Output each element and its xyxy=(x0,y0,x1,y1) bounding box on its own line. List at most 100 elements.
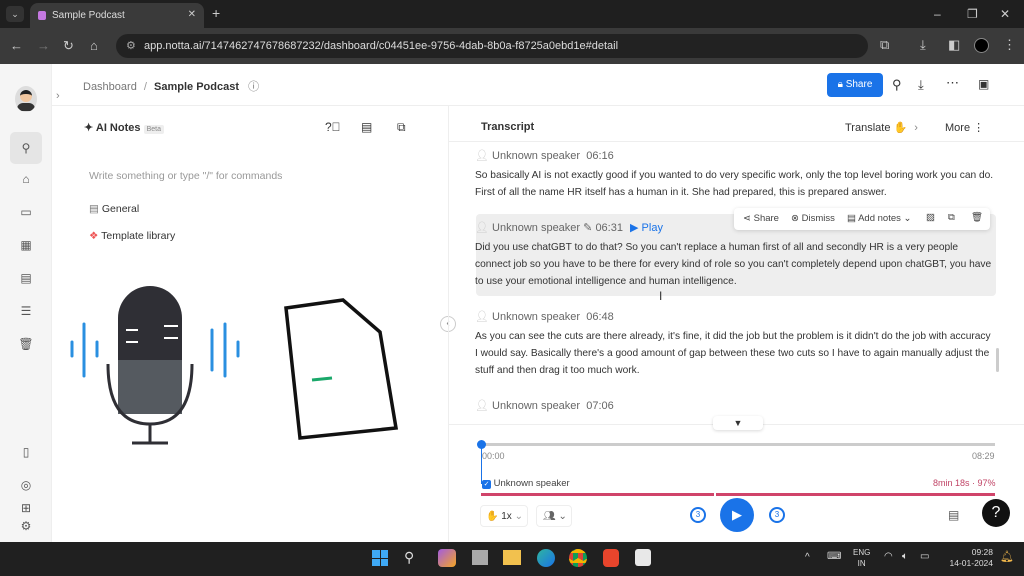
sidepanel-icon[interactable]: ◧ xyxy=(948,37,960,53)
rewind-button[interactable]: 3 xyxy=(690,507,706,523)
search-icon[interactable]: ⚲ xyxy=(892,77,902,93)
app-icon[interactable] xyxy=(635,549,651,566)
segment-time[interactable]: 07:06 xyxy=(586,400,614,412)
edge-icon[interactable] xyxy=(537,549,555,567)
download-icon[interactable]: ⤓ xyxy=(920,37,926,53)
language-indicator[interactable]: ENG IN xyxy=(853,547,870,569)
book-icon[interactable]: ▯ xyxy=(14,440,38,464)
notes-item-general[interactable]: ▤ General xyxy=(89,203,139,215)
transcript-segment-active[interactable]: 👤︎ Unknown speaker ✎ 06:31 ▶ Play Did yo… xyxy=(475,221,995,290)
search-icon[interactable]: ⚲ xyxy=(10,132,42,164)
user-avatar[interactable] xyxy=(15,86,37,112)
close-tab-icon[interactable]: ✕ xyxy=(188,9,196,20)
restore-button[interactable]: ❐ xyxy=(967,7,978,21)
site-info-icon[interactable]: ⚙ xyxy=(126,39,136,52)
segment-toolbar: ⋖ Share ⊗ Dismiss ▤ Add notes ⌄ ▨ ⧉ 🗑︎ xyxy=(734,208,990,230)
template-icon: ❖ xyxy=(89,230,102,242)
breadcrumb-dashboard[interactable]: Dashboard xyxy=(83,81,137,93)
schedule-icon[interactable]: ▤ xyxy=(14,266,38,290)
file-explorer-icon[interactable] xyxy=(503,550,521,565)
url-field[interactable]: ⚙ app.notta.ai/7147462747678687232/dashb… xyxy=(116,34,868,58)
translate-button[interactable]: Translate ✋ › xyxy=(845,121,918,134)
notes-icon[interactable]: ☰ xyxy=(14,299,38,323)
info-icon[interactable]: ⓘ xyxy=(248,81,259,93)
chat-icon[interactable]: ▤ xyxy=(361,120,372,134)
download-icon[interactable]: ⤓ xyxy=(918,77,924,93)
notification-bell-icon[interactable]: 🔔︎ xyxy=(1000,550,1014,563)
minimize-button[interactable]: – xyxy=(934,7,941,21)
speaker-name[interactable]: Unknown speaker xyxy=(492,400,580,412)
new-tab-button[interactable]: + xyxy=(212,5,220,21)
folder-icon[interactable]: ▭ xyxy=(14,200,38,224)
profile-avatar[interactable] xyxy=(974,38,989,53)
volume-icon[interactable]: 🔈︎ xyxy=(902,551,908,562)
dismiss-action[interactable]: ⊗ Dismiss xyxy=(791,213,835,224)
help-icon[interactable]: ?⃝ xyxy=(325,120,341,134)
windows-start-icon[interactable] xyxy=(372,550,388,566)
settings-icon[interactable]: ⚙ xyxy=(14,514,38,538)
note-add-icon[interactable]: ▤ xyxy=(948,508,959,522)
chrome-icon[interactable] xyxy=(569,549,587,567)
share-button[interactable]: 🔒︎ Share xyxy=(827,73,883,97)
forward-icon[interactable]: → xyxy=(37,38,50,53)
wifi-icon[interactable]: ◠ xyxy=(884,551,893,562)
browser-tab[interactable]: Sample Podcast ✕ xyxy=(30,3,204,28)
transcript-scrollbar[interactable] xyxy=(996,348,999,372)
more-button[interactable]: More ⋮ xyxy=(945,121,984,134)
help-button[interactable]: ? xyxy=(982,499,1010,527)
image-icon[interactable]: ▨ xyxy=(926,212,935,223)
home-icon[interactable]: ⌂ xyxy=(90,38,98,53)
copy-icon[interactable]: ⧉ xyxy=(948,212,955,223)
reload-icon[interactable]: ↻ xyxy=(63,38,74,54)
trash-icon[interactable]: 🗑 xyxy=(14,332,38,356)
add-notes-label: Add notes xyxy=(858,213,901,224)
search-icon[interactable]: ⚲ xyxy=(404,549,414,566)
copy-icon[interactable]: ⧉ xyxy=(397,120,406,135)
segment-time[interactable]: 06:31 xyxy=(595,222,623,234)
speaker-checkbox[interactable]: ✓ xyxy=(482,480,491,489)
copilot-icon[interactable] xyxy=(438,549,456,567)
play-segment-button[interactable]: ▶ Play xyxy=(630,222,663,234)
location-icon[interactable]: ◎ xyxy=(14,473,38,497)
panel-icon[interactable]: ▣ xyxy=(978,77,989,91)
segment-text[interactable]: Did you use chatGBT to do that? So you c… xyxy=(475,239,995,290)
calendar-icon[interactable]: ▦ xyxy=(14,233,38,257)
transcript-segment[interactable]: 👤︎ Unknown speaker 07:06 xyxy=(475,399,995,412)
segment-text[interactable]: As you can see the cuts are there alread… xyxy=(475,328,995,379)
menu-icon[interactable]: ⋮ xyxy=(1003,37,1016,53)
beta-badge: Beta xyxy=(143,125,164,134)
add-notes-action[interactable]: ▤ Add notes ⌄ xyxy=(847,213,912,224)
brave-icon[interactable] xyxy=(603,549,619,567)
forward-button[interactable]: 3 xyxy=(769,507,785,523)
share-action[interactable]: ⋖ Share xyxy=(743,213,779,224)
playback-speed-select[interactable]: ✋ 1x ⌄ xyxy=(480,505,528,527)
speaker-filter[interactable]: ✓ Unknown speaker xyxy=(482,478,570,489)
speaker-select[interactable]: 👥︎ ⌄ xyxy=(536,505,572,527)
delete-icon[interactable]: 🗑︎ xyxy=(971,212,983,223)
more-icon[interactable]: ⋯ xyxy=(946,75,959,91)
speaker-name[interactable]: Unknown speaker xyxy=(492,222,580,234)
clock[interactable]: 09:28 14-01-2024 xyxy=(943,547,993,569)
scroll-down-button[interactable]: ▼ xyxy=(713,416,763,430)
transcript-segment[interactable]: 👤︎ Unknown speaker 06:48 As you can see … xyxy=(475,310,995,379)
notes-editor[interactable]: Write something or type "/" for commands xyxy=(89,170,282,182)
play-button[interactable]: ▶ xyxy=(720,498,754,532)
speaker-name[interactable]: Unknown speaker xyxy=(492,311,580,323)
back-icon[interactable]: ← xyxy=(10,38,23,53)
speaker-name[interactable]: Unknown speaker xyxy=(492,150,580,162)
segment-time[interactable]: 06:16 xyxy=(586,150,614,162)
task-view-icon[interactable] xyxy=(472,550,488,565)
edit-icon[interactable]: ✎ xyxy=(583,222,592,234)
home-icon[interactable]: ⌂ xyxy=(14,167,38,191)
segment-time[interactable]: 06:48 xyxy=(586,311,614,323)
segment-text[interactable]: So basically AI is not exactly good if y… xyxy=(475,167,995,201)
keyboard-icon[interactable]: ⌨ xyxy=(827,551,841,562)
tab-search-button[interactable]: ⌄ xyxy=(6,6,24,22)
transcript-segment[interactable]: 👤︎ Unknown speaker 06:16 So basically AI… xyxy=(475,149,995,201)
extensions-icon[interactable]: ⧉ xyxy=(880,37,889,53)
notes-item-template-library[interactable]: ❖ Template library xyxy=(89,230,175,242)
playback-progress-track[interactable] xyxy=(481,443,995,446)
battery-icon[interactable]: ▭ xyxy=(920,551,929,562)
close-window-button[interactable]: ✕ xyxy=(1000,7,1010,21)
tray-overflow-icon[interactable]: ^ xyxy=(805,552,810,563)
